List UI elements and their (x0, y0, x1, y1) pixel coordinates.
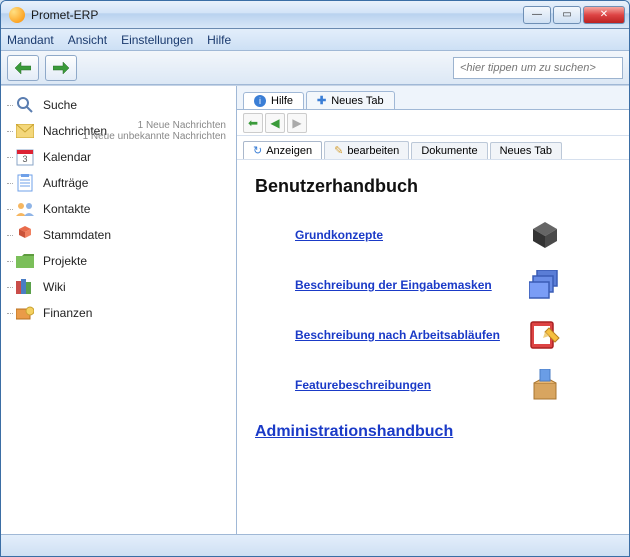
help-link-row: Grundkonzepte (255, 215, 611, 255)
subtab-label: Neues Tab (500, 145, 552, 157)
svg-text:3: 3 (22, 154, 27, 164)
link-eingabemasken[interactable]: Beschreibung der Eingabemasken (295, 278, 492, 292)
tab-hilfe[interactable]: i Hilfe (243, 92, 304, 109)
sidebar-item-nachrichten[interactable]: Nachrichten 1 Neue Nachrichten 1 Neue un… (5, 118, 232, 144)
sub-tabs: ↻ Anzeigen ✎ bearbeiten Dokumente Neues … (237, 136, 629, 160)
menu-mandant[interactable]: Mandant (7, 33, 54, 47)
search-input[interactable] (453, 57, 623, 79)
help-link-row: Beschreibung der Eingabemasken (255, 265, 611, 305)
link-grundkonzepte[interactable]: Grundkonzepte (295, 228, 383, 242)
content-nav: ⬅ ◀ ▶ (237, 110, 629, 136)
database-icon (15, 225, 35, 245)
nav-fwd-button[interactable]: ▶ (287, 113, 307, 133)
top-tabs: i Hilfe ✚ Neues Tab (237, 86, 629, 110)
subtab-neues-tab[interactable]: Neues Tab (490, 142, 562, 159)
menu-ansicht[interactable]: Ansicht (68, 33, 107, 47)
subtab-label: Dokumente (421, 145, 477, 157)
arrow-left-green-icon: ⬅ (248, 116, 258, 130)
arrow-right-gray-icon: ▶ (292, 116, 301, 130)
sidebar-item-suche[interactable]: Suche (5, 92, 232, 118)
arrow-right-icon (53, 62, 69, 74)
main-area: Suche Nachrichten 1 Neue Nachrichten 1 N… (1, 85, 629, 534)
pencil-icon: ✎ (334, 144, 343, 157)
statusbar (1, 534, 629, 556)
sidebar-item-label: Finanzen (43, 306, 92, 320)
close-button[interactable]: ✕ (583, 6, 625, 24)
menubar: Mandant Ansicht Einstellungen Hilfe (1, 29, 629, 51)
window-title: Promet-ERP (31, 8, 523, 22)
nav-back-button[interactable] (7, 55, 39, 81)
sidebar-item-label: Projekte (43, 254, 87, 268)
tab-neues-tab[interactable]: ✚ Neues Tab (306, 91, 395, 109)
sidebar-item-stammdaten[interactable]: Stammdaten (5, 222, 232, 248)
sidebar-item-badge: 1 Neue Nachrichten 1 Neue unbekannte Nac… (83, 120, 226, 142)
folder-icon (15, 251, 35, 271)
menu-hilfe[interactable]: Hilfe (207, 33, 231, 47)
subtab-dokumente[interactable]: Dokumente (411, 142, 487, 159)
subtab-bearbeiten[interactable]: ✎ bearbeiten (324, 141, 409, 159)
sidebar-item-label: Aufträge (43, 176, 88, 190)
tab-label: Hilfe (271, 95, 293, 107)
link-featurebeschreibungen[interactable]: Featurebeschreibungen (295, 378, 431, 392)
money-icon (15, 303, 35, 323)
minimize-button[interactable]: — (523, 6, 551, 24)
sidebar-item-wiki[interactable]: Wiki (5, 274, 232, 300)
clipboard-icon (15, 173, 35, 193)
arrow-left-icon (15, 62, 31, 74)
sidebar-item-label: Kontakte (43, 202, 90, 216)
box-icon (529, 369, 561, 401)
nav-forward-button[interactable] (45, 55, 77, 81)
help-content: Benutzerhandbuch Grundkonzepte Beschreib… (237, 160, 629, 534)
right-pane: i Hilfe ✚ Neues Tab ⬅ ◀ ▶ ↻ Anzeigen ✎ b… (237, 86, 629, 534)
plus-icon: ✚ (317, 94, 326, 107)
sidebar-item-kontakte[interactable]: Kontakte (5, 196, 232, 222)
sidebar-item-label: Wiki (43, 280, 66, 294)
nav-back-button[interactable]: ◀ (265, 113, 285, 133)
sidebar-item-label: Kalendar (43, 150, 91, 164)
sidebar: Suche Nachrichten 1 Neue Nachrichten 1 N… (1, 86, 237, 534)
badge-line: 1 Neue Nachrichten (83, 120, 226, 131)
sidebar-item-finanzen[interactable]: Finanzen (5, 300, 232, 326)
titlebar: Promet-ERP — ▭ ✕ (1, 1, 629, 29)
link-arbeitsablaeufe[interactable]: Beschreibung nach Arbeitsabläufen (295, 328, 500, 342)
maximize-button[interactable]: ▭ (553, 6, 581, 24)
window-buttons: — ▭ ✕ (523, 6, 625, 24)
sidebar-item-label: Stammdaten (43, 228, 111, 242)
help-link-row: Beschreibung nach Arbeitsabläufen (255, 315, 611, 355)
sidebar-item-auftraege[interactable]: Aufträge (5, 170, 232, 196)
calendar-icon: 3 (15, 147, 35, 167)
tab-label: Neues Tab (331, 95, 383, 107)
sidebar-item-kalendar[interactable]: 3 Kalendar (5, 144, 232, 170)
subtab-label: bearbeiten (347, 145, 399, 157)
page-title: Benutzerhandbuch (255, 176, 611, 197)
subtab-label: Anzeigen (266, 145, 312, 157)
refresh-icon: ↻ (253, 144, 262, 157)
books-icon (15, 277, 35, 297)
app-icon (9, 7, 25, 23)
nav-first-button[interactable]: ⬅ (243, 113, 263, 133)
subtab-anzeigen[interactable]: ↻ Anzeigen (243, 141, 322, 159)
help-link-row: Featurebeschreibungen (255, 365, 611, 405)
sidebar-item-label: Suche (43, 98, 77, 112)
badge-line: 1 Neue unbekannte Nachrichten (83, 131, 226, 142)
cube-icon (529, 219, 561, 251)
link-administrationshandbuch[interactable]: Administrationshandbuch (255, 423, 611, 441)
arrow-left-icon: ◀ (270, 116, 279, 130)
toolbar (1, 51, 629, 85)
magnifier-icon (15, 95, 35, 115)
info-icon: i (254, 95, 266, 107)
menu-einstellungen[interactable]: Einstellungen (121, 33, 193, 47)
note-pencil-icon (529, 319, 561, 351)
people-icon (15, 199, 35, 219)
windows-icon (529, 269, 561, 301)
sidebar-item-projekte[interactable]: Projekte (5, 248, 232, 274)
envelope-icon (15, 121, 35, 141)
